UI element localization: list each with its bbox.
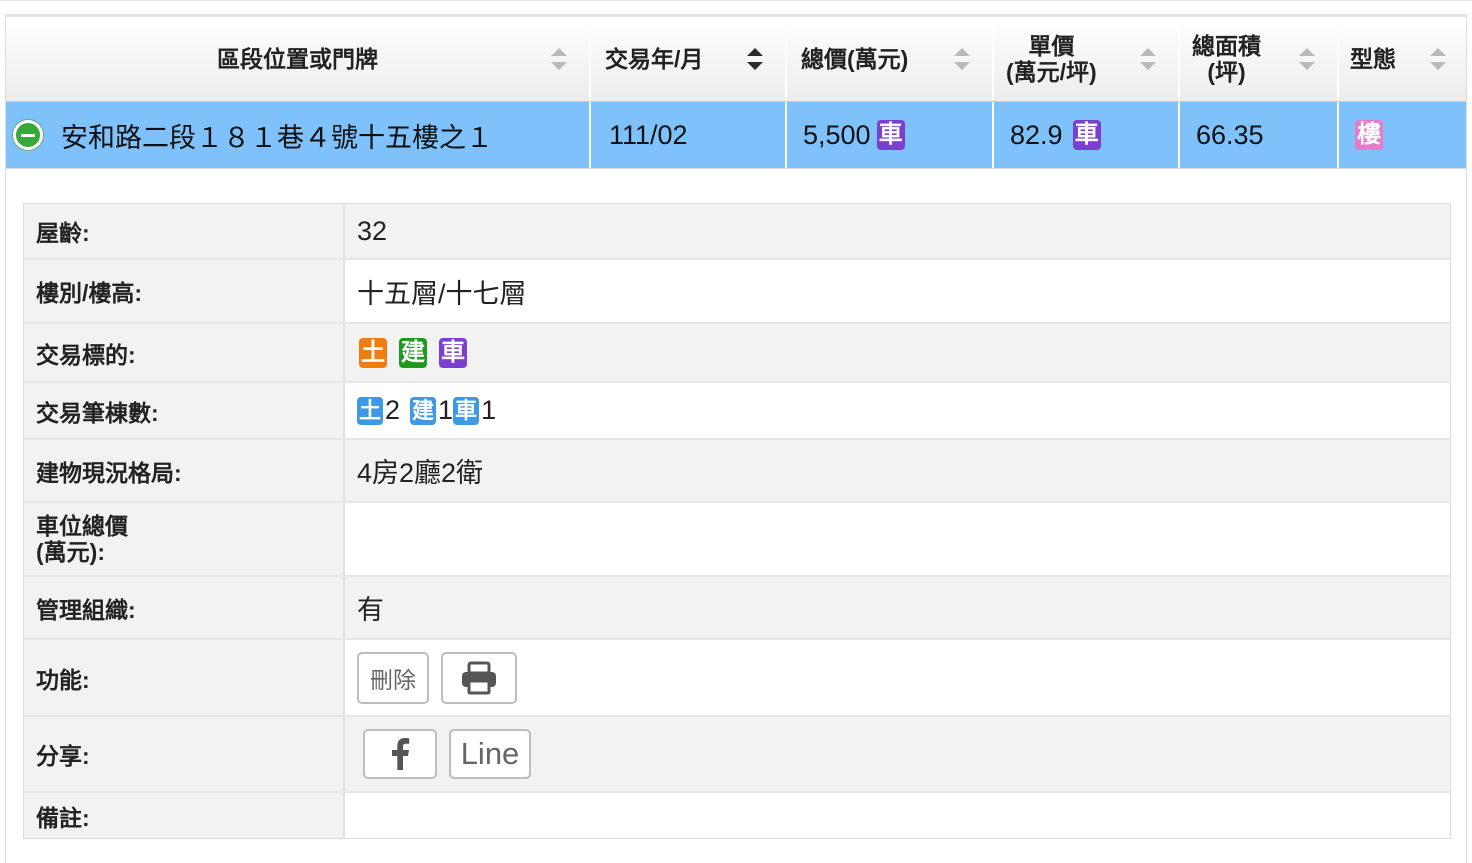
count-building: 建 1 [410, 395, 453, 426]
parking-tag: 車 [439, 337, 467, 368]
detail-label: 管理組織: [24, 577, 345, 638]
column-header-label: 區段位置或門牌 [217, 46, 378, 72]
detail-label: 交易標的: [24, 324, 345, 381]
collapse-minus-icon[interactable] [13, 120, 43, 150]
detail-table: 屋齡: 32 樓別/樓高: 十五層/十七層 交易標的: 土 建 車 交易筆棟數: [23, 203, 1451, 839]
detail-value: Line [345, 717, 1450, 791]
column-header-total-price[interactable]: 總價(萬元) [787, 17, 994, 101]
sort-icon[interactable] [1299, 48, 1315, 70]
parking-tag: 車 [453, 396, 480, 425]
column-header-label: 單價 (萬元/坪) [1006, 33, 1097, 85]
building-type-tag: 樓 [1355, 120, 1383, 150]
column-header-label: 交易年/月 [605, 46, 704, 72]
column-header-label: 型態 [1350, 46, 1396, 72]
print-icon [462, 661, 496, 694]
detail-row-functions: 功能: 刪除 [24, 640, 1450, 717]
table-row-selected[interactable]: 安和路二段１８１巷４號十五樓之１ 111/02 5,500 車 82.9 車 6… [6, 102, 1466, 169]
land-tag: 土 [359, 337, 387, 368]
detail-value: 土 建 車 [345, 324, 1450, 381]
count-number: 1 [438, 395, 454, 425]
detail-value: 十五層/十七層 [345, 260, 1450, 322]
detail-row-layout: 建物現況格局: 4房2廳2衛 [24, 440, 1450, 503]
column-header-date[interactable]: 交易年/月 [591, 17, 787, 101]
print-button[interactable] [441, 651, 517, 704]
cell-type: 樓 [1339, 102, 1466, 168]
detail-label: 屋齡: [24, 204, 345, 258]
detail-row-share: 分享: Line [24, 717, 1450, 793]
facebook-share-button[interactable] [363, 729, 437, 779]
cell-area: 66.35 [1180, 102, 1339, 168]
count-land: 土 2 [357, 395, 400, 426]
line-share-button[interactable]: Line [449, 729, 531, 779]
unit-price-text: 82.9 [1010, 119, 1063, 150]
date-text: 111/02 [609, 119, 688, 150]
delete-button[interactable]: 刪除 [357, 651, 429, 704]
detail-value: 土 2 建 1 車 1 [345, 383, 1450, 438]
detail-value: 刪除 [345, 640, 1450, 715]
detail-label: 車位總價 (萬元): [24, 503, 345, 575]
count-number: 1 [481, 395, 497, 425]
transaction-table: 區段位置或門牌 交易年/月 總價(萬元) 單價 (萬元/坪) 總面積 (坪) 型… [5, 14, 1467, 863]
table-header: 區段位置或門牌 交易年/月 總價(萬元) 單價 (萬元/坪) 總面積 (坪) 型… [6, 17, 1466, 102]
detail-row-count: 交易筆棟數: 土 2 建 1 車 1 [24, 383, 1450, 440]
page-frame: 區段位置或門牌 交易年/月 總價(萬元) 單價 (萬元/坪) 總面積 (坪) 型… [0, 0, 1472, 863]
column-header-label: 總價(萬元) [801, 46, 909, 72]
cell-address: 安和路二段１８１巷４號十五樓之１ [6, 102, 591, 168]
detail-label: 功能: [24, 640, 345, 715]
detail-value: 32 [345, 204, 1450, 258]
detail-label: 分享: [24, 717, 345, 791]
detail-label: 樓別/樓高: [24, 260, 345, 322]
address-text: 安和路二段１８１巷４號十五樓之１ [61, 122, 493, 153]
column-header-label: 總面積 (坪) [1192, 33, 1261, 85]
detail-value [345, 793, 1450, 838]
building-tag: 建 [399, 337, 427, 368]
count-parking: 車 1 [453, 395, 496, 426]
detail-row-management: 管理組織: 有 [24, 577, 1450, 640]
facebook-icon [392, 738, 410, 770]
detail-row-note: 備註: [24, 793, 1450, 838]
cell-total-price: 5,500 車 [787, 102, 994, 168]
sort-icon[interactable] [954, 48, 970, 70]
cell-date: 111/02 [591, 102, 787, 168]
area-text: 66.35 [1196, 119, 1264, 150]
detail-row-age: 屋齡: 32 [24, 204, 1450, 260]
sort-icon[interactable] [1430, 48, 1446, 70]
sort-icon[interactable] [747, 48, 763, 70]
detail-label: 建物現況格局: [24, 440, 345, 501]
detail-label: 交易筆棟數: [24, 383, 345, 438]
sort-icon[interactable] [1140, 48, 1156, 70]
detail-row-target: 交易標的: 土 建 車 [24, 324, 1450, 383]
total-price-text: 5,500 [803, 119, 871, 150]
count-number: 2 [385, 395, 401, 425]
detail-row-parking-price: 車位總價 (萬元): [24, 503, 1450, 577]
sort-icon[interactable] [551, 48, 567, 70]
column-header-unit-price[interactable]: 單價 (萬元/坪) [994, 17, 1180, 101]
detail-value: 有 [345, 577, 1450, 638]
column-header-area[interactable]: 總面積 (坪) [1180, 17, 1339, 101]
parking-tag: 車 [1072, 120, 1101, 150]
column-header-type[interactable]: 型態 [1339, 17, 1466, 101]
detail-row-floor: 樓別/樓高: 十五層/十七層 [24, 260, 1450, 324]
building-tag: 建 [410, 396, 437, 425]
detail-value [345, 503, 1450, 575]
detail-value: 4房2廳2衛 [345, 440, 1450, 501]
parking-tag: 車 [876, 120, 905, 150]
cell-unit-price: 82.9 車 [994, 102, 1180, 168]
column-header-address[interactable]: 區段位置或門牌 [6, 17, 591, 101]
land-tag: 土 [357, 396, 383, 425]
detail-label: 備註: [24, 793, 345, 838]
